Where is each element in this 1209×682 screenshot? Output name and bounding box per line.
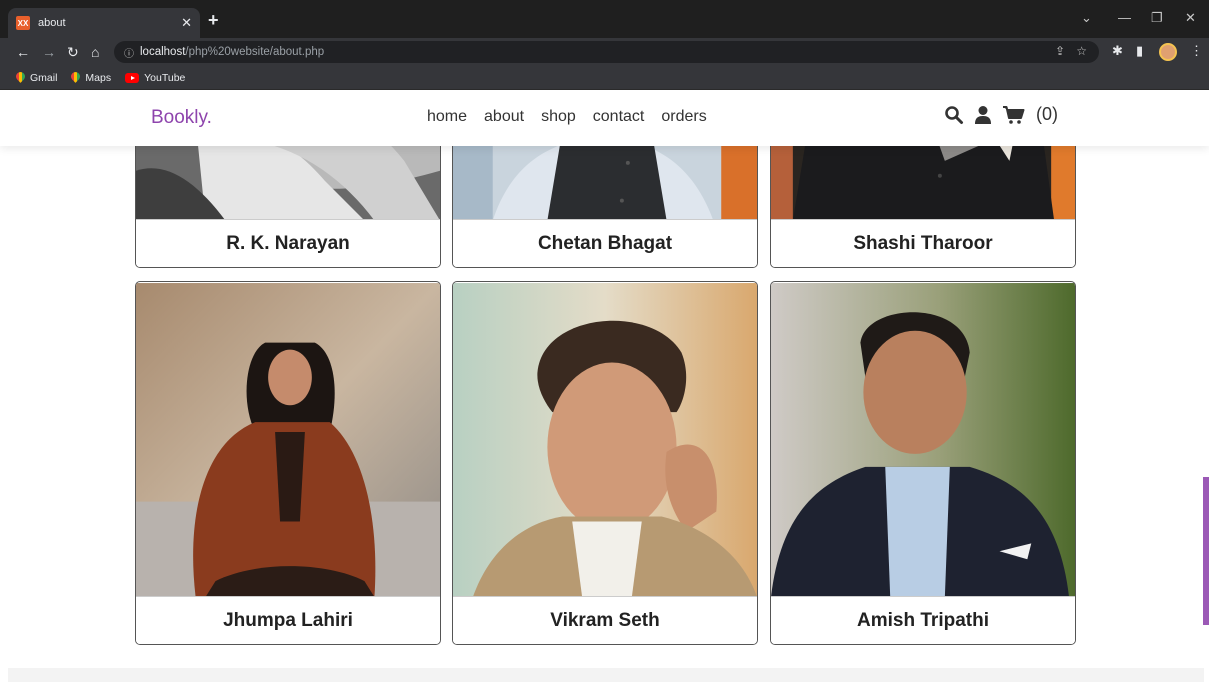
author-card: Vikram Seth bbox=[452, 281, 758, 645]
forward-arrow-icon[interactable]: → bbox=[42, 43, 56, 61]
author-name: Amish Tripathi bbox=[771, 596, 1075, 644]
youtube-icon bbox=[125, 72, 140, 83]
bookmarks-bar: Gmail Maps YouTube bbox=[0, 66, 1209, 90]
tab-title: about bbox=[38, 17, 66, 29]
map-pin-icon bbox=[71, 72, 80, 83]
author-name: Jhumpa Lahiri bbox=[136, 596, 440, 644]
side-panel-icon[interactable]: ▮ bbox=[1136, 43, 1143, 59]
nav-home[interactable]: home bbox=[427, 108, 467, 126]
browser-tab-bar: XX about ✕ + ⌄ — ❐ ✕ bbox=[0, 0, 1209, 38]
browser-toolbar: ← → ↻ ⌂ ⓘ localhost/php%20website/about.… bbox=[0, 38, 1209, 66]
bookmark-star-icon[interactable]: ☆ bbox=[1076, 44, 1087, 58]
side-accent-bar bbox=[1203, 477, 1209, 625]
nav-shop[interactable]: shop bbox=[541, 108, 576, 126]
author-name: Shashi Tharoor bbox=[771, 219, 1075, 267]
address-bar[interactable]: ⓘ localhost/php%20website/about.php ⇪ ☆ bbox=[114, 41, 1099, 63]
header-icons: (0) bbox=[944, 104, 1058, 125]
window-close-icon[interactable]: ✕ bbox=[1185, 10, 1196, 26]
footer-section bbox=[8, 668, 1204, 682]
profile-avatar[interactable] bbox=[1159, 43, 1177, 61]
menu-kebab-icon[interactable]: ⋮ bbox=[1190, 43, 1203, 59]
nav-orders[interactable]: orders bbox=[661, 108, 706, 126]
url-host: localhost bbox=[140, 46, 186, 58]
author-name: Vikram Seth bbox=[453, 596, 757, 644]
url-path: /php%20website/about.php bbox=[185, 46, 325, 58]
browser-tab[interactable]: XX about ✕ bbox=[8, 8, 200, 38]
author-card: Jhumpa Lahiri bbox=[135, 281, 441, 645]
cart-icon[interactable] bbox=[1002, 105, 1026, 125]
author-name: R. K. Narayan bbox=[136, 219, 440, 267]
bookmark-maps[interactable]: Maps bbox=[71, 72, 111, 84]
home-icon[interactable]: ⌂ bbox=[91, 43, 99, 61]
nav-contact[interactable]: contact bbox=[593, 108, 645, 126]
tab-search-chevron-icon[interactable]: ⌄ bbox=[1081, 10, 1092, 26]
new-tab-plus-icon[interactable]: + bbox=[208, 10, 219, 30]
back-arrow-icon[interactable]: ← bbox=[16, 43, 30, 61]
author-photo-vikram-seth bbox=[453, 283, 757, 597]
extensions-puzzle-icon[interactable]: ✱ bbox=[1112, 43, 1123, 59]
user-icon[interactable] bbox=[974, 105, 992, 125]
author-name: Chetan Bhagat bbox=[453, 219, 757, 267]
xampp-favicon-icon: XX bbox=[16, 16, 30, 30]
author-card: Amish Tripathi bbox=[770, 281, 1076, 645]
nav-about[interactable]: about bbox=[484, 108, 524, 126]
page-viewport: Bookly. home about shop contact orders (… bbox=[0, 90, 1209, 682]
map-pin-icon bbox=[16, 72, 25, 83]
search-icon[interactable] bbox=[944, 105, 964, 125]
reload-icon[interactable]: ↻ bbox=[67, 43, 79, 61]
site-logo[interactable]: Bookly. bbox=[151, 107, 212, 129]
bookmark-gmail[interactable]: Gmail bbox=[16, 72, 57, 84]
author-photo-amish-tripathi bbox=[771, 283, 1075, 597]
cart-count[interactable]: (0) bbox=[1036, 104, 1058, 125]
site-header: Bookly. home about shop contact orders (… bbox=[0, 90, 1209, 146]
author-photo-jhumpa-lahiri bbox=[136, 283, 440, 597]
minimize-icon[interactable]: — bbox=[1118, 10, 1131, 25]
restore-icon[interactable]: ❐ bbox=[1151, 10, 1163, 26]
bookmark-youtube[interactable]: YouTube bbox=[125, 72, 185, 84]
main-nav: home about shop contact orders bbox=[427, 108, 707, 126]
site-info-icon[interactable]: ⓘ bbox=[124, 45, 134, 60]
share-icon[interactable]: ⇪ bbox=[1055, 44, 1065, 58]
tab-close-icon[interactable]: ✕ bbox=[181, 15, 192, 31]
